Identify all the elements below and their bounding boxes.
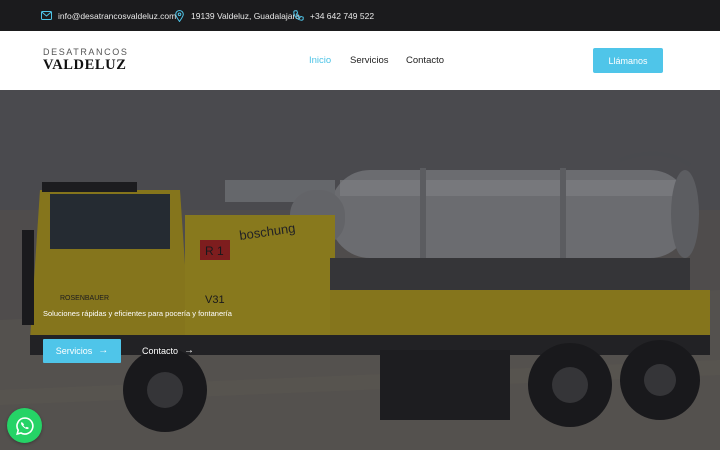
hero-section: R 1 boschung V31 ROSENBAUER bbox=[0, 90, 720, 450]
phone-icon bbox=[292, 10, 304, 22]
arrow-right-icon: → bbox=[98, 345, 109, 356]
topbar-phone[interactable]: +34 642 749 522 bbox=[292, 0, 374, 31]
arrow-right-icon: → bbox=[184, 345, 195, 356]
topbar-address: 19139 Valdeluz, Guadalajara bbox=[173, 0, 300, 31]
site-logo[interactable]: DESATRANCOS VALDELUZ bbox=[43, 48, 128, 73]
whatsapp-icon bbox=[15, 416, 34, 435]
topbar-email[interactable]: info@desatrancosvaldeluz.com bbox=[40, 0, 176, 31]
top-contact-bar: info@desatrancosvaldeluz.com 19139 Valde… bbox=[0, 0, 720, 31]
hero-services-button[interactable]: Servicios → bbox=[43, 339, 121, 363]
mail-icon bbox=[40, 10, 52, 22]
whatsapp-button[interactable] bbox=[7, 408, 42, 443]
hero-contact-label: Contacto bbox=[142, 346, 179, 356]
hero-tagline: Soluciones rápidas y eficientes para poc… bbox=[43, 309, 232, 318]
nav-item-servicios[interactable]: Servicios bbox=[350, 55, 389, 66]
nav-item-inicio[interactable]: Inicio bbox=[309, 55, 331, 66]
topbar-phone-text: +34 642 749 522 bbox=[310, 10, 375, 21]
hero-services-label: Servicios bbox=[55, 346, 93, 356]
map-pin-icon bbox=[173, 9, 185, 22]
hero-contact-button[interactable]: Contacto → bbox=[142, 339, 194, 363]
topbar-address-text: 19139 Valdeluz, Guadalajara bbox=[191, 10, 301, 21]
call-button[interactable]: Llámanos bbox=[593, 48, 663, 73]
logo-top-text: DESATRANCOS bbox=[43, 47, 129, 57]
logo-main-text: VALDELUZ bbox=[43, 57, 127, 73]
topbar-email-text: info@desatrancosvaldeluz.com bbox=[58, 10, 177, 21]
nav-item-contacto[interactable]: Contacto bbox=[406, 55, 444, 66]
hero-overlay bbox=[0, 90, 720, 450]
